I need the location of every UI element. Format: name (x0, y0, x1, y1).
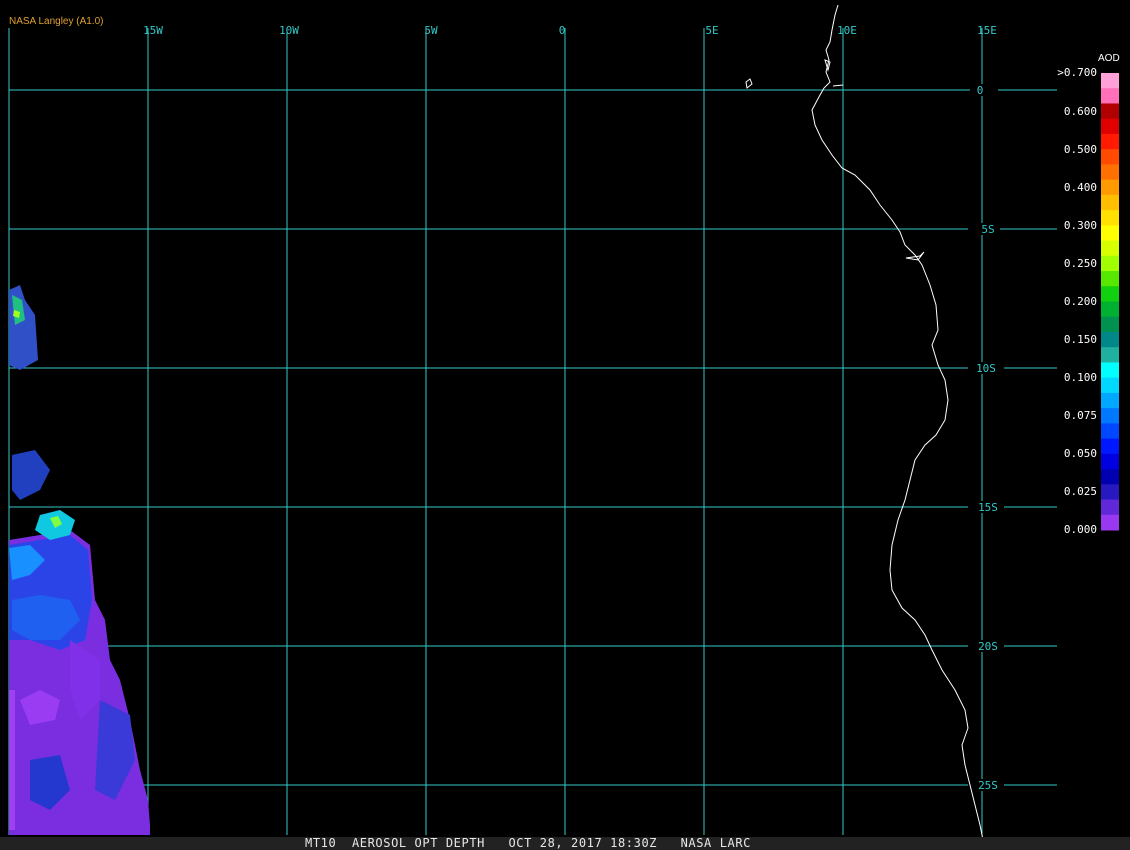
lon-label: 10W (279, 24, 299, 37)
lon-label: 5E (705, 24, 718, 37)
legend-swatch (1101, 438, 1119, 455)
legend-label: >0.700 (1057, 66, 1097, 79)
legend-swatch (1101, 118, 1119, 135)
graticule (8, 28, 1057, 835)
legend-swatch (1101, 484, 1119, 501)
legend-label: 0.250 (1063, 257, 1097, 270)
legend-swatch (1101, 194, 1119, 211)
credit-label: NASA Langley (A1.0) (9, 16, 104, 27)
legend-swatch (1101, 362, 1119, 379)
legend-swatch (1101, 301, 1119, 318)
caption-text: MT10 AEROSOL OPT DEPTH OCT 28, 2017 18:3… (305, 836, 752, 850)
legend-swatch (1101, 347, 1119, 363)
legend-label: 0.500 (1063, 143, 1097, 156)
legend-swatch (1101, 225, 1119, 242)
legend-swatch (1101, 286, 1119, 302)
lon-label: 10E (837, 24, 857, 37)
legend-swatch (1101, 316, 1119, 333)
legend-swatch (1101, 271, 1119, 287)
lat-label: 5S (981, 223, 994, 236)
legend-label: 0.050 (1063, 447, 1097, 460)
legend-label: 0.150 (1063, 333, 1097, 346)
lat-label: 15S (978, 501, 998, 514)
legend-label: 0.000 (1063, 523, 1097, 536)
legend-swatch (1101, 469, 1119, 485)
legend-swatch (1101, 392, 1119, 409)
legend-swatch (1101, 377, 1119, 394)
legend-swatch (1101, 133, 1119, 150)
legend-label: 0.600 (1063, 105, 1097, 118)
coastline (745, 4, 986, 850)
legend-swatch (1101, 88, 1119, 104)
legend-swatch (1101, 179, 1119, 196)
legend-label: 0.075 (1063, 409, 1097, 422)
lon-label: 0 (559, 24, 566, 37)
legend-swatch (1101, 453, 1119, 470)
legend-label: 0.025 (1063, 485, 1097, 498)
legend-swatch (1101, 499, 1119, 516)
aod-map: 15W 10W 5W 0 5E 10E 15E 0 5S 10S 15S 20S… (8, 4, 1119, 850)
legend-swatch (1101, 423, 1119, 440)
legend-swatch (1101, 255, 1119, 272)
legend-label: 0.100 (1063, 371, 1097, 384)
lat-label: 0 (977, 84, 984, 97)
aod-color-scale (1101, 73, 1119, 531)
legend-swatch (1101, 103, 1119, 120)
lon-label: 5W (424, 24, 438, 37)
lon-label: 15W (143, 24, 163, 37)
lat-label: 10S (976, 362, 996, 375)
lon-label: 15E (977, 24, 997, 37)
lat-label: 25S (978, 779, 998, 792)
legend-label: 0.200 (1063, 295, 1097, 308)
legend-label: 0.400 (1063, 181, 1097, 194)
legend-swatch (1101, 240, 1119, 257)
legend-title: AOD (1098, 53, 1120, 64)
legend-swatch (1101, 331, 1119, 348)
legend-swatch (1101, 73, 1119, 89)
lat-label: 20S (978, 640, 998, 653)
legend-swatch (1101, 164, 1119, 181)
legend-swatch (1101, 210, 1119, 226)
legend-swatch (1101, 514, 1119, 531)
legend-label: 0.300 (1063, 219, 1097, 232)
legend-swatch (1101, 149, 1119, 165)
legend-swatch (1101, 408, 1119, 424)
